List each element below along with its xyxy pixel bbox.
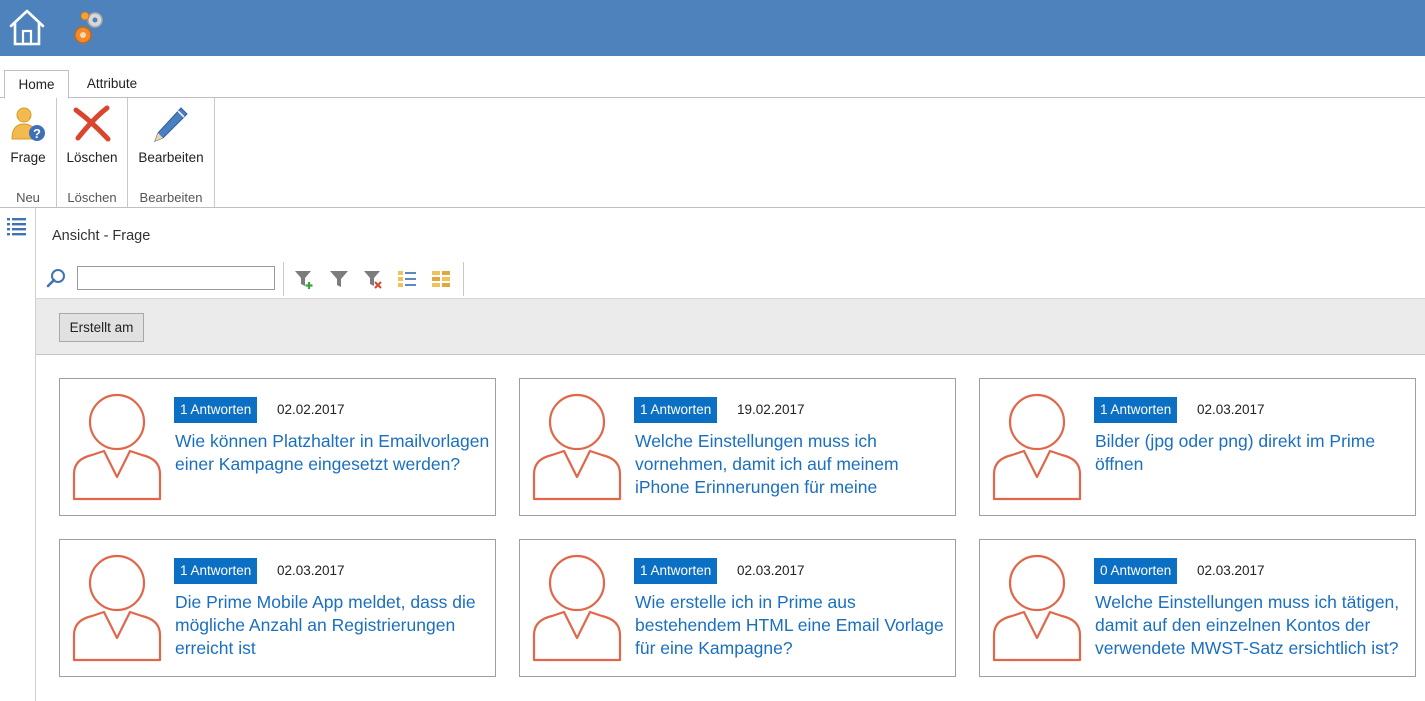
gears-icon[interactable] (70, 8, 108, 46)
user-avatar-icon (992, 393, 1082, 501)
question-card[interactable]: 1 Antworten 02.03.2017 Bilder (jpg oder … (979, 378, 1416, 516)
new-question-button[interactable]: ? Frage (0, 102, 56, 168)
ribbon-group-loeschen: Löschen Löschen (57, 98, 128, 207)
delete-label: Löschen (66, 150, 118, 165)
question-date: 19.02.2017 (737, 402, 805, 417)
user-avatar-icon (992, 554, 1082, 662)
tab-home[interactable]: Home (4, 70, 69, 99)
question-card[interactable]: 1 Antworten 02.03.2017 Wie erstelle ich … (519, 539, 956, 677)
search-icon[interactable] (46, 268, 66, 288)
answer-count-badge: 1 Antworten (634, 397, 718, 423)
group-by-created-button[interactable]: Erstellt am (59, 313, 144, 342)
left-sidebar (0, 208, 36, 701)
svg-text:?: ? (33, 126, 41, 141)
group-by-bar: Erstellt am (36, 298, 1425, 355)
search-input[interactable] (77, 266, 275, 290)
view-title: Ansicht - Frage (52, 228, 151, 244)
question-link[interactable]: Bilder (jpg oder png) direkt im Prime öf… (1095, 430, 1415, 500)
question-date: 02.03.2017 (737, 563, 805, 578)
edit-button[interactable]: Bearbeiten (128, 102, 214, 168)
filter-icon[interactable] (328, 268, 350, 290)
question-date: 02.03.2017 (1197, 402, 1265, 417)
ribbon-group-label-loeschen: Löschen (67, 190, 117, 205)
home-icon[interactable] (8, 7, 46, 47)
question-link[interactable]: Welche Einstellungen muss ich vornehmen,… (635, 430, 955, 500)
edit-label: Bearbeiten (138, 150, 204, 165)
app-header (0, 0, 1425, 56)
ribbon-tabs: Home Attribute (0, 56, 1425, 99)
ribbon-group-neu: ? Frage Neu (0, 98, 57, 207)
answer-count-badge: 1 Antworten (1094, 397, 1178, 423)
list-icon[interactable] (7, 216, 27, 236)
delete-x-icon (73, 105, 111, 142)
user-avatar-icon (72, 393, 162, 501)
answer-count-badge: 1 Antworten (174, 397, 258, 423)
user-avatar-icon (72, 554, 162, 662)
question-date: 02.03.2017 (277, 563, 345, 578)
filter-add-icon[interactable] (293, 268, 315, 290)
ribbon-group-label-neu: Neu (16, 190, 40, 205)
answer-count-badge: 0 Antworten (1094, 558, 1178, 584)
ribbon: ? Frage Neu Löschen Löschen Bearbeiten B… (0, 98, 1425, 208)
new-question-label: Frage (10, 150, 46, 165)
question-link[interactable]: Wie erstelle ich in Prime aus bestehende… (635, 591, 955, 661)
question-link[interactable]: Die Prime Mobile App meldet, dass die mö… (175, 591, 495, 661)
ribbon-group-bearbeiten: Bearbeiten Bearbeiten (128, 98, 215, 207)
user-avatar-icon (532, 554, 622, 662)
ribbon-group-label-bearbeiten: Bearbeiten (139, 190, 203, 205)
question-card[interactable]: 0 Antworten 02.03.2017 Welche Einstellun… (979, 539, 1416, 677)
toolbar-separator (283, 262, 284, 296)
grid-view-icon[interactable] (430, 268, 452, 290)
pencil-icon (154, 107, 188, 142)
user-avatar-icon (532, 393, 622, 501)
question-card[interactable]: 1 Antworten 02.03.2017 Die Prime Mobile … (59, 539, 496, 677)
list-view-icon[interactable] (396, 268, 418, 290)
question-card[interactable]: 1 Antworten 19.02.2017 Welche Einstellun… (519, 378, 956, 516)
question-date: 02.03.2017 (1197, 563, 1265, 578)
question-date: 02.02.2017 (277, 402, 345, 417)
filter-remove-icon[interactable] (362, 268, 384, 290)
question-link[interactable]: Wie können Platzhalter in Emailvorlagen … (175, 430, 495, 500)
delete-button[interactable]: Löschen (57, 102, 127, 168)
tab-attribute[interactable]: Attribute (78, 70, 146, 98)
answer-count-badge: 1 Antworten (634, 558, 718, 584)
toolbar-separator (463, 262, 464, 296)
question-link[interactable]: Welche Einstellungen muss ich tätigen, d… (1095, 591, 1415, 661)
user-question-icon: ? (11, 107, 45, 141)
question-card[interactable]: 1 Antworten 02.02.2017 Wie können Platzh… (59, 378, 496, 516)
answer-count-badge: 1 Antworten (174, 558, 258, 584)
